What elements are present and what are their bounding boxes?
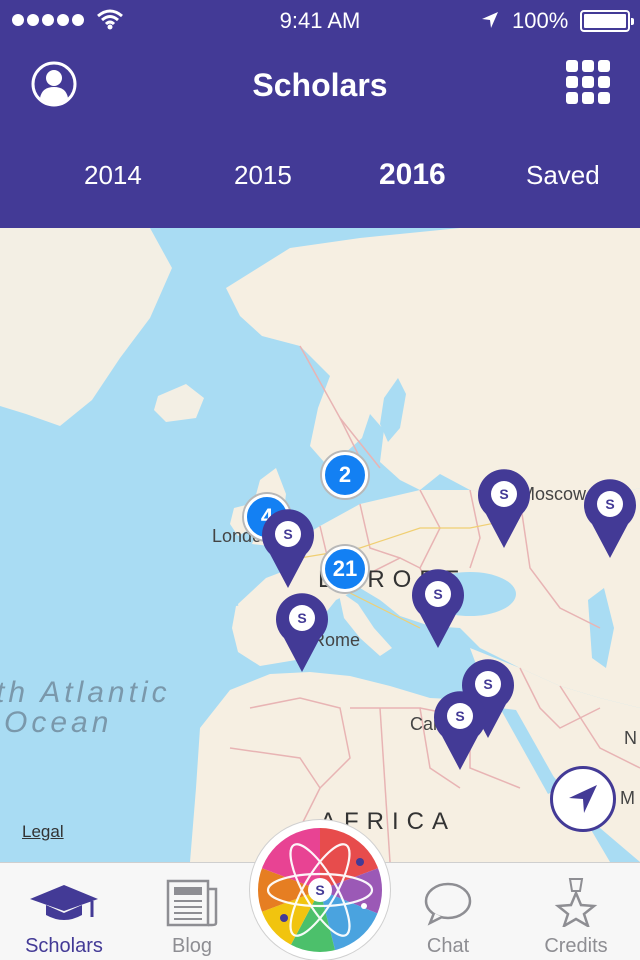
battery-icon [580, 10, 634, 32]
location-arrow-icon [482, 12, 498, 28]
map-pin-icon: S [584, 479, 636, 558]
pin-letter: S [605, 496, 614, 512]
graduation-cap-icon [30, 885, 98, 920]
newspaper-icon [166, 879, 218, 927]
tab-2014[interactable]: 2014 [84, 160, 142, 191]
pin-letter: S [283, 526, 292, 542]
atom-logo-icon: S [258, 828, 382, 952]
tabbar-item-blog[interactable]: Blog [128, 863, 256, 960]
scholars-map[interactable]: London Rome Moscow Cairo N M EUROPE AFRI… [0, 228, 640, 862]
apps-grid-button[interactable] [566, 60, 610, 104]
map-cluster[interactable]: 21 [322, 546, 368, 592]
navigation-arrow-icon [569, 785, 597, 813]
year-tabs: 2014 2015 2016 Saved [0, 158, 640, 200]
speech-bubble-icon [424, 882, 472, 926]
legal-link[interactable]: Legal [22, 822, 64, 842]
pin-letter: S [433, 586, 442, 602]
tab-2016[interactable]: 2016 [379, 158, 446, 192]
tabbar-item-credits[interactable]: Credits [512, 863, 640, 960]
tabbar-item-scholars[interactable]: Scholars [0, 863, 128, 960]
scholar-pin[interactable]: S [410, 568, 466, 650]
map-cluster[interactable]: 2 [322, 452, 368, 498]
map-pin-icon: S [412, 569, 464, 648]
tab-saved[interactable]: Saved [526, 160, 600, 191]
page-title: Scholars [252, 67, 388, 103]
pin-letter: S [297, 610, 306, 626]
tabbar-label: Chat [426, 935, 470, 957]
map-pin-icon: S [478, 469, 530, 548]
scholar-pin[interactable]: S [432, 690, 488, 772]
map-pin-icon: S [276, 593, 328, 672]
map-background [0, 228, 640, 862]
medal-star-icon [554, 878, 598, 927]
battery-percent: 100% [512, 8, 569, 33]
scholar-pin[interactable]: S [274, 592, 330, 674]
scholar-pin[interactable]: S [260, 508, 316, 590]
map-label-edge-m: M [620, 788, 635, 808]
nav-bar: Scholars 2014 2015 2016 Saved [0, 40, 640, 228]
map-pin-icon: S [434, 691, 486, 770]
pin-letter: S [499, 486, 508, 502]
home-logo-button[interactable]: S [250, 820, 390, 960]
tabbar-label: Credits [544, 935, 608, 957]
tabbar-label: Blog [171, 935, 213, 957]
map-label-edge-n: N [624, 728, 637, 748]
locate-me-button[interactable] [550, 766, 616, 832]
status-bar: 9:41 AM 100% [0, 0, 640, 40]
pin-letter: S [455, 708, 464, 724]
scholar-pin[interactable]: S [476, 468, 532, 550]
map-pin-icon: S [262, 509, 314, 588]
logo-letter: S [315, 882, 324, 898]
tabbar-label: Scholars [25, 935, 103, 957]
map-label-atlantic: th Atlantic [0, 676, 171, 709]
tabbar-item-chat[interactable]: Chat [384, 863, 512, 960]
map-label-ocean: Ocean [4, 706, 113, 739]
tab-2015[interactable]: 2015 [234, 160, 292, 191]
scholar-pin[interactable]: S [582, 478, 638, 560]
